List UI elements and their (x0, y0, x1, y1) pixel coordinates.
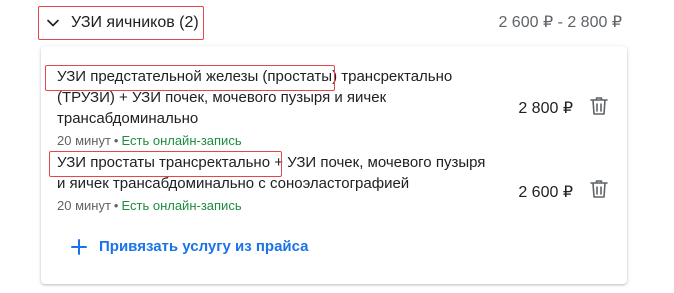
service-name-highlighted: УЗИ простаты трансректально (49, 151, 282, 177)
service-name[interactable]: УЗИ простаты трансректально + УЗИ почек,… (49, 151, 487, 194)
price-range: 2 600 ₽ - 2 800 ₽ (498, 14, 622, 31)
trash-icon[interactable] (587, 94, 611, 118)
group-title: УЗИ яичников (2) (71, 14, 199, 31)
service-price: 2 600 ₽ (518, 184, 573, 201)
service-price: 2 800 ₽ (518, 100, 573, 117)
separator: • (113, 198, 119, 213)
service-meta: 20 минут • Есть онлайн-запись (57, 198, 487, 213)
online-booking-status: Есть онлайн-запись (121, 198, 242, 213)
service-meta: 20 минут • Есть онлайн-запись (57, 133, 487, 148)
duration: 20 минут (57, 198, 111, 213)
duration: 20 минут (57, 133, 111, 148)
service-name-rest: (ТРУЗИ) + УЗИ почек, мочевого пузыря и я… (57, 89, 387, 127)
separator: • (113, 133, 119, 148)
link-service-label: Привязать услугу из прайса (99, 238, 309, 255)
service-name-rest-line1: трансректально (337, 68, 453, 85)
group-header[interactable]: УЗИ яичников (2) (38, 6, 204, 40)
plus-icon (71, 238, 87, 255)
trash-icon[interactable] (587, 177, 611, 201)
service-item: УЗИ простаты трансректально + УЗИ почек,… (49, 151, 487, 213)
service-name-highlighted: УЗИ предстательной железы (простаты) (45, 65, 337, 91)
chevron-down-icon (47, 17, 59, 29)
services-card: УЗИ предстательной железы (простаты) тра… (41, 46, 627, 284)
service-name[interactable]: УЗИ предстательной железы (простаты) тра… (45, 65, 487, 129)
service-item: УЗИ предстательной железы (простаты) тра… (45, 65, 487, 148)
link-service-button[interactable]: Привязать услугу из прайса (71, 238, 309, 255)
online-booking-status: Есть онлайн-запись (121, 133, 242, 148)
